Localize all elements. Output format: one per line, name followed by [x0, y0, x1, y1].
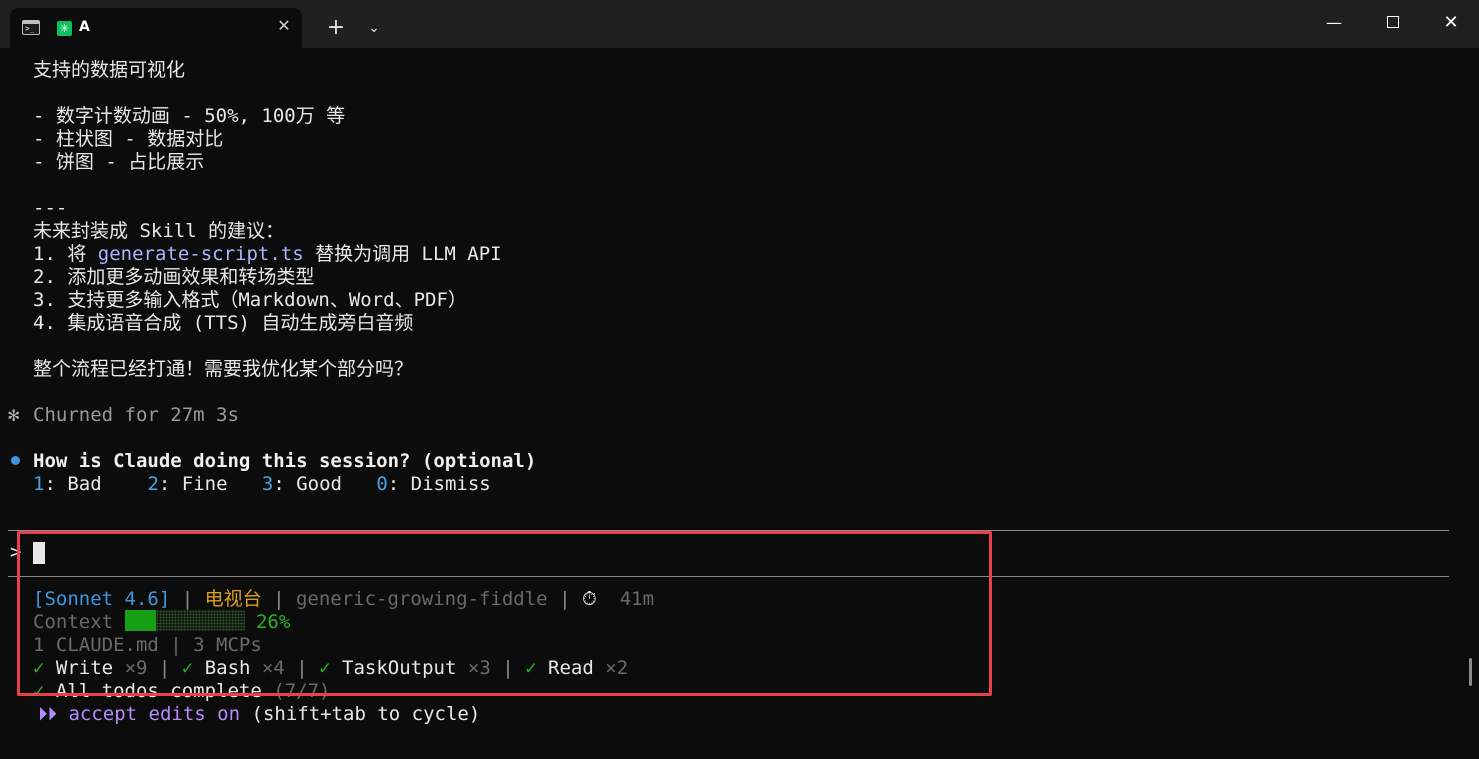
- mode-hint: (shift+tab to cycle): [251, 703, 481, 725]
- bullet-item: - 数字计数动画 - 50%, 100万 等: [33, 105, 346, 127]
- tab-title: A: [79, 19, 90, 35]
- bullet-item: - 柱状图 - 数据对比: [33, 128, 224, 150]
- scrollbar-thumb[interactable]: [1469, 658, 1472, 686]
- separator: ---: [33, 197, 68, 219]
- suggest-title: 未来封装成 Skill 的建议：: [33, 220, 285, 242]
- item-suffix: 替换为调用 LLM API: [303, 243, 502, 265]
- feedback-option-good[interactable]: 3: Good: [262, 473, 342, 495]
- feedback-option-fine[interactable]: 2: Fine: [147, 473, 227, 495]
- mode-text: accept edits on: [68, 703, 241, 725]
- suggest-item-4: 4. 集成语音合成 (TTS) 自动生成旁白音频: [33, 312, 414, 334]
- suggest-item-2: 2. 添加更多动画效果和转场类型: [33, 266, 315, 288]
- feedback-options: 1: Bad 2: Fine 3: Good 0: Dismiss: [33, 473, 491, 496]
- minimize-button[interactable]: —: [1305, 0, 1363, 48]
- mode-line: ⏵⏵ accept edits on (shift+tab to cycle): [38, 703, 480, 726]
- maximize-button[interactable]: [1364, 0, 1422, 48]
- closing-question: 整个流程已经打通！需要我优化某个部分吗？: [33, 358, 414, 380]
- terminal-icon: >_: [22, 20, 40, 35]
- tab-dropdown-icon[interactable]: ⌄: [362, 16, 386, 40]
- tab-close-icon[interactable]: ✕: [274, 16, 294, 36]
- close-window-button[interactable]: ✕: [1422, 0, 1479, 48]
- maximize-icon: [1387, 15, 1399, 28]
- item-prefix: 1. 将: [33, 243, 98, 265]
- feedback-option-dismiss[interactable]: 0: Dismiss: [376, 473, 490, 495]
- feedback-question: How is Claude doing this session? (optio…: [33, 450, 537, 472]
- feedback-option-bad[interactable]: 1: Bad: [33, 473, 102, 495]
- suggest-item-1: 1. 将 generate-script.ts 替换为调用 LLM API: [33, 243, 502, 266]
- suggest-item-3: 3. 支持更多输入格式（Markdown、Word、PDF）: [33, 289, 467, 311]
- fast-forward-icon: ⏵⏵: [38, 703, 58, 725]
- app-icon: ✳: [57, 21, 72, 36]
- code-filename: generate-script.ts: [97, 243, 304, 265]
- feedback-bullet-icon: [11, 456, 20, 465]
- spinner-icon: ✻: [8, 404, 20, 426]
- transcript-heading: 支持的数据可视化: [33, 59, 186, 81]
- tab-active[interactable]: >_ ✳ A ✕: [10, 8, 302, 48]
- new-tab-button[interactable]: +: [324, 16, 348, 40]
- highlight-box: [17, 531, 992, 696]
- bullet-item: - 饼图 - 占比展示: [33, 151, 205, 173]
- title-bar: >_ ✳ A ✕ + ⌄ — ✕: [0, 0, 1479, 48]
- churned-status: Churned for 27m 3s: [33, 404, 239, 426]
